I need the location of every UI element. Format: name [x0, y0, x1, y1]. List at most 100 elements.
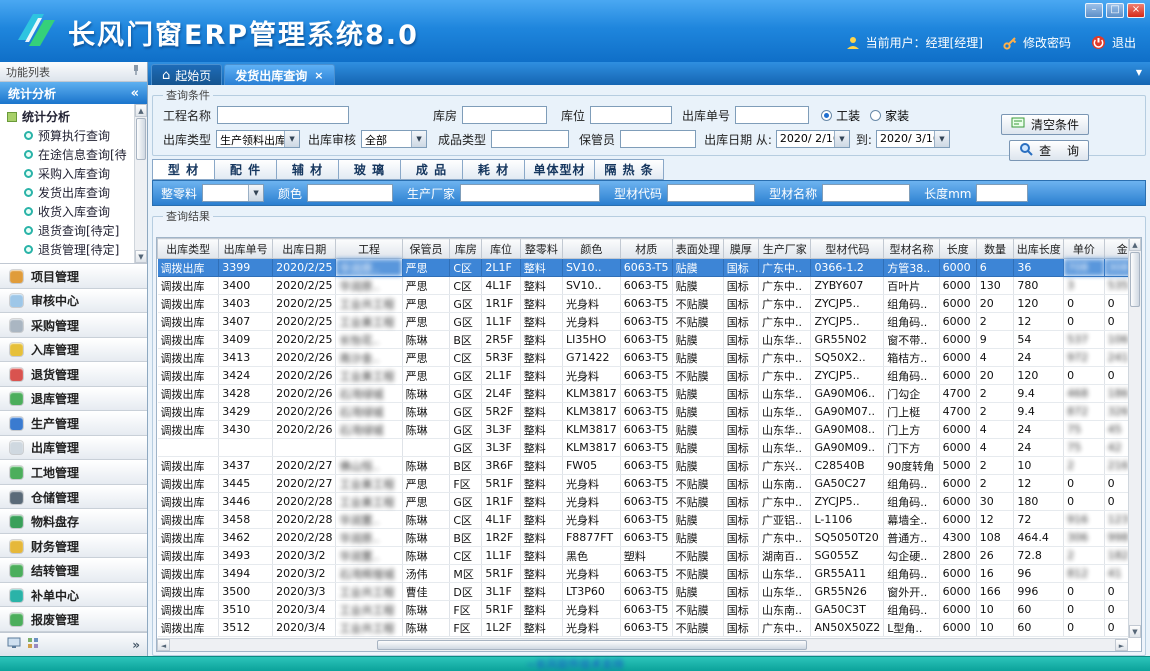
- logout-link[interactable]: 退出: [1112, 34, 1136, 51]
- sidebar-item-结转管理[interactable]: 结转管理: [0, 558, 147, 583]
- length-input[interactable]: [976, 184, 1028, 202]
- column-header[interactable]: 出库单号: [219, 239, 273, 259]
- sidebar-item-补单中心[interactable]: 补单中心: [0, 583, 147, 608]
- horizontal-scrollbar[interactable]: ◄ ►: [157, 638, 1128, 651]
- table-row[interactable]: 调拨出库34292020/2/26石湾绿城陈琳G区5R2F整料KLM381760…: [158, 403, 1141, 421]
- table-row[interactable]: 调拨出库34242020/2/26工业美工程严思G区2L1F整料光身料6063-…: [158, 367, 1141, 385]
- chevrons-right-icon[interactable]: »: [132, 638, 140, 652]
- column-header[interactable]: 保管员: [402, 239, 450, 259]
- tree-root[interactable]: 统计分析: [0, 107, 147, 126]
- table-row[interactable]: 调拨出库34372020/2/27佛山恒..陈琳B区3R6F整料FW056063…: [158, 457, 1141, 475]
- scroll-thumb[interactable]: [136, 118, 146, 160]
- column-header[interactable]: 整零料: [520, 239, 562, 259]
- table-row[interactable]: 调拨出库34032020/2/25工业共工程严思G区1R1F整料光身料6063-…: [158, 295, 1141, 313]
- table-row[interactable]: 调拨出库35002020/3/3工业共工程曹佳D区3L1F整料LT3P60606…: [158, 583, 1141, 601]
- column-header[interactable]: 单价: [1064, 239, 1104, 259]
- table-row[interactable]: 调拨出库34942020/3/2石湾辉煌城汤伟M区5R1F整料光身料6063-T…: [158, 565, 1141, 583]
- color-input[interactable]: [307, 184, 393, 202]
- material-tab-配件[interactable]: 配 件: [214, 159, 276, 180]
- date-to-picker[interactable]: 2020/ 3/16 ▼: [876, 130, 950, 148]
- table-row[interactable]: 调拨出库34302020/2/26石湾绿城陈琳G区3L3F整料KLM381760…: [158, 421, 1141, 439]
- scroll-thumb[interactable]: [377, 640, 807, 650]
- column-header[interactable]: 表面处理: [672, 239, 723, 259]
- material-tab-成品[interactable]: 成 品: [400, 159, 462, 180]
- table-row[interactable]: 调拨出库34932020/3/2华润置..陈琳C区1L1F整料黑色塑料不贴膜国标…: [158, 547, 1141, 565]
- table-row[interactable]: 调拨出库34622020/2/28华润原..陈琳B区1R2F整料F8877FT6…: [158, 529, 1141, 547]
- sidebar-item-物料盘存[interactable]: 物料盘存: [0, 509, 147, 534]
- minimize-button[interactable]: –: [1085, 3, 1103, 18]
- tab-起始页[interactable]: ⌂起始页: [151, 64, 222, 85]
- tab-发货出库查询[interactable]: 发货出库查询×: [224, 64, 334, 85]
- sidebar-section-header[interactable]: 统计分析 «: [0, 82, 147, 104]
- sidebar-item-采购管理[interactable]: 采购管理: [0, 313, 147, 338]
- column-header[interactable]: 膜厚: [723, 239, 758, 259]
- radio-工装[interactable]: 工装: [821, 107, 860, 124]
- column-header[interactable]: 颜色: [562, 239, 620, 259]
- material-tab-耗材[interactable]: 耗 材: [462, 159, 524, 180]
- sidebar-item-审核中心[interactable]: 审核中心: [0, 289, 147, 314]
- profile-name-input[interactable]: [822, 184, 910, 202]
- grid-icon[interactable]: [27, 637, 39, 652]
- material-tab-型材[interactable]: 型 材: [152, 159, 214, 180]
- table-row[interactable]: 调拨出库34092020/2/25长怡花..陈琳B区2R5F整料LI35HO60…: [158, 331, 1141, 349]
- collapse-icon[interactable]: «: [131, 86, 139, 101]
- table-row[interactable]: 调拨出库34462020/2/28工业美工程严思G区1R1F整料光身料6063-…: [158, 493, 1141, 511]
- tree-item[interactable]: 预算执行查询: [0, 126, 147, 145]
- tree-scrollbar[interactable]: ▲ ▼: [134, 104, 147, 263]
- location-input[interactable]: [590, 106, 672, 124]
- change-password-link[interactable]: 修改密码: [1023, 34, 1071, 51]
- radio-家装[interactable]: 家装: [870, 107, 909, 124]
- date-from-picker[interactable]: 2020/ 2/16 ▼: [776, 130, 850, 148]
- tree-item[interactable]: 采购入库查询: [0, 164, 147, 183]
- monitor-icon[interactable]: [7, 637, 21, 652]
- sidebar-item-报废管理[interactable]: 报废管理: [0, 607, 147, 632]
- column-header[interactable]: 出库长度: [1014, 239, 1064, 259]
- column-header[interactable]: 库位: [482, 239, 520, 259]
- out-type-select[interactable]: 生产领料出库 ▼: [216, 130, 300, 148]
- column-header[interactable]: 数量: [976, 239, 1014, 259]
- column-header[interactable]: 出库日期: [273, 239, 336, 259]
- sidebar-item-退货管理[interactable]: 退货管理: [0, 362, 147, 387]
- table-row[interactable]: 调拨出库35102020/3/4工业共工程陈琳F区5R1F整料光身料6063-T…: [158, 601, 1141, 619]
- table-row[interactable]: 调拨出库34582020/2/28华润置..陈琳C区4L1F整料光身料6063-…: [158, 511, 1141, 529]
- tree-item[interactable]: 退货管理[待定]: [0, 240, 147, 259]
- vertical-scrollbar[interactable]: ▲ ▼: [1128, 238, 1141, 638]
- sidebar-item-项目管理[interactable]: 项目管理: [0, 264, 147, 289]
- scroll-up-icon[interactable]: ▲: [1129, 238, 1141, 251]
- project-name-input[interactable]: [217, 106, 349, 124]
- close-button[interactable]: ×: [1127, 3, 1145, 18]
- table-row[interactable]: G区3L3F整料KLM38176063-T5贴膜国标山东华..GA90M09..…: [158, 439, 1141, 457]
- tree-item[interactable]: 收货入库查询: [0, 202, 147, 221]
- table-row[interactable]: 调拨出库33992020/2/25华润原..严思C区2L1F整料SV10..60…: [158, 259, 1141, 277]
- scroll-up-icon[interactable]: ▲: [135, 104, 147, 117]
- sidebar-item-仓储管理[interactable]: 仓储管理: [0, 485, 147, 510]
- sidebar-item-出库管理[interactable]: 出库管理: [0, 436, 147, 461]
- scroll-left-icon[interactable]: ◄: [157, 639, 170, 651]
- warehouse-input[interactable]: [462, 106, 547, 124]
- scroll-thumb[interactable]: [1130, 252, 1140, 307]
- sidebar-item-财务管理[interactable]: 财务管理: [0, 534, 147, 559]
- table-row[interactable]: 调拨出库34002020/2/25华润原..严思C区4L1F整料SV10..60…: [158, 277, 1141, 295]
- column-header[interactable]: 型材名称: [884, 239, 939, 259]
- table-row[interactable]: 调拨出库35122020/3/4工业共工程陈琳F区1L2F整料光身料6063-T…: [158, 619, 1141, 637]
- order-no-input[interactable]: [735, 106, 809, 124]
- tree-item[interactable]: 发货出库查询: [0, 183, 147, 202]
- sidebar-item-工地管理[interactable]: 工地管理: [0, 460, 147, 485]
- column-header[interactable]: 生产厂家: [758, 239, 810, 259]
- column-header[interactable]: 型材代码: [811, 239, 884, 259]
- column-header[interactable]: 出库类型: [158, 239, 219, 259]
- whole-part-select[interactable]: 全部 ▼: [202, 184, 264, 202]
- keeper-input[interactable]: [620, 130, 696, 148]
- column-header[interactable]: 材质: [620, 239, 672, 259]
- material-tab-玻璃[interactable]: 玻 璃: [338, 159, 400, 180]
- column-header[interactable]: 长度: [939, 239, 976, 259]
- product-type-input[interactable]: [491, 130, 569, 148]
- manufacturer-input[interactable]: [460, 184, 600, 202]
- audit-select[interactable]: 全部 ▼: [361, 130, 427, 148]
- chevron-down-icon[interactable]: ▼: [1136, 68, 1142, 77]
- sidebar-item-入库管理[interactable]: 入库管理: [0, 338, 147, 363]
- table-row[interactable]: 调拨出库34072020/2/25工业美工程严思G区1L1F整料光身料6063-…: [158, 313, 1141, 331]
- column-header[interactable]: 工程: [336, 239, 402, 259]
- maximize-button[interactable]: □: [1106, 3, 1124, 18]
- material-tab-隔热条[interactable]: 隔 热 条: [594, 159, 664, 180]
